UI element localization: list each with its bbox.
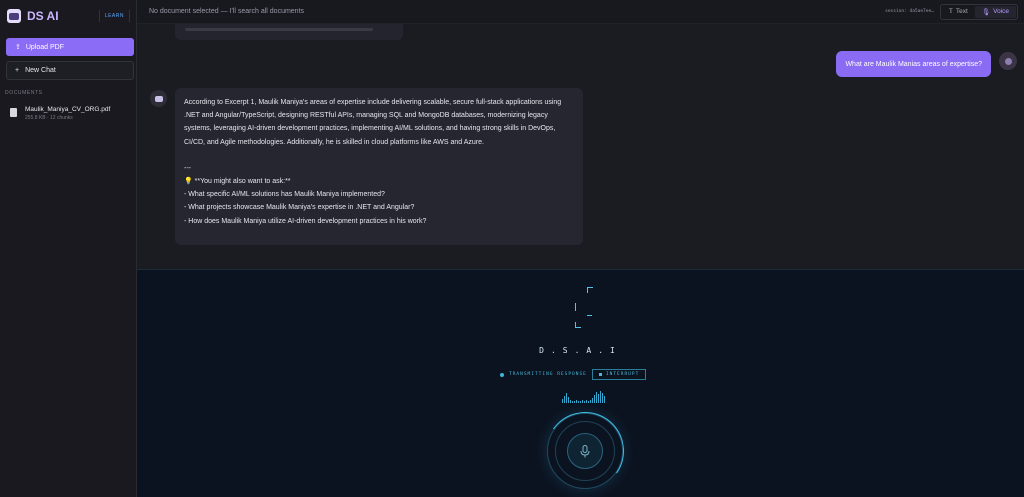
plus-icon: +	[15, 67, 20, 74]
transmitting-status: TRANSMITTING RESPONSE	[500, 372, 587, 377]
waveform-bar	[582, 400, 583, 403]
robot-logo-icon	[7, 9, 21, 23]
sidebar: DS AI LEARN ⇪ Upload PDF + New Chat DOCU…	[0, 0, 137, 497]
voice-status-row: TRANSMITTING RESPONSE INTERRUPT	[500, 369, 647, 380]
user-avatar	[999, 52, 1017, 70]
new-chat-label: New Chat	[25, 67, 56, 74]
document-name: Maulik_Maniya_CV_ORG.pdf	[25, 106, 111, 113]
waveform-bar	[570, 400, 571, 403]
bot-answer: According to Excerpt 1, Maulik Maniya's …	[184, 99, 562, 146]
status-dot-icon	[500, 372, 504, 377]
waveform-bar	[568, 397, 569, 403]
corner-bracket	[587, 287, 593, 293]
mic-orb	[539, 405, 631, 497]
upload-pdf-button[interactable]: ⇪ Upload PDF	[6, 38, 134, 56]
bot-avatar	[150, 90, 167, 107]
waveform-bar	[562, 399, 563, 403]
previous-message	[175, 24, 403, 40]
voice-mode-label: Voice	[993, 8, 1009, 15]
waveform-bar	[602, 393, 603, 403]
documents-heading: DOCUMENTS	[5, 90, 43, 96]
text-cursor-icon: Ⲧ	[948, 7, 953, 15]
waveform-bar	[572, 401, 573, 403]
waveform-bar	[584, 401, 585, 403]
interrupt-label: INTERRUPT	[605, 372, 640, 377]
document-status: No document selected — I'll search all d…	[149, 8, 305, 15]
learn-badge: LEARN	[98, 10, 130, 22]
mic-icon: 🎙︎	[981, 8, 991, 16]
document-meta: 255.8 KB · 12 chunks	[25, 115, 73, 121]
suggestion-heading: 💡 **You might also want to ask:**	[184, 178, 291, 186]
audio-waveform	[562, 391, 605, 403]
waveform-bar	[594, 395, 595, 403]
main-area: No document selected — I'll search all d…	[137, 0, 1024, 497]
user-message: What are Maulik Manias areas of expertis…	[836, 51, 991, 77]
suggestion-item[interactable]: - What projects showcase Maulik Maniya's…	[184, 201, 574, 214]
upload-pdf-label: Upload PDF	[25, 43, 65, 51]
waveform-bar	[578, 401, 579, 403]
corner-bracket	[575, 303, 581, 311]
waveform-bar	[604, 396, 605, 403]
waveform-bar	[574, 401, 575, 403]
interrupt-button[interactable]: INTERRUPT	[591, 369, 647, 380]
voice-mode-tab[interactable]: 🎙︎ Voice	[974, 5, 1016, 18]
text-mode-tab[interactable]: Ⲧ Text	[942, 6, 975, 18]
corner-bracket	[587, 310, 592, 316]
session-id: session: 4a5ae7ee…	[885, 9, 934, 14]
new-chat-button[interactable]: + New Chat	[6, 61, 134, 80]
orb-arc	[539, 405, 631, 497]
waveform-bar	[564, 396, 565, 403]
waveform-bar	[590, 400, 591, 403]
waveform-bar	[598, 394, 599, 403]
upload-icon: ⇪	[15, 44, 21, 51]
text-mode-label: Text	[955, 8, 968, 15]
chat-thread: What are Maulik Manias areas of expertis…	[137, 24, 1024, 269]
brand: DS AI LEARN	[7, 6, 130, 26]
voice-panel: D.S.A.I TRANSMITTING RESPONSE INTERRUPT	[137, 269, 1024, 497]
corner-bracket	[575, 322, 581, 328]
waveform-bar	[576, 400, 577, 403]
file-icon	[10, 108, 17, 117]
waveform-bar	[566, 393, 567, 403]
bot-message: According to Excerpt 1, Maulik Maniya's …	[175, 88, 583, 245]
document-item[interactable]: Maulik_Maniya_CV_ORG.pdf 255.8 KB · 12 c…	[6, 106, 130, 121]
topbar: No document selected — I'll search all d…	[137, 0, 1024, 24]
transmitting-label: TRANSMITTING RESPONSE	[509, 372, 587, 377]
waveform-bar	[596, 392, 597, 403]
waveform-bar	[600, 391, 601, 403]
app-title: DS AI	[27, 9, 59, 23]
waveform-bar	[586, 400, 587, 403]
waveform-bar	[592, 398, 593, 403]
waveform-bar	[580, 401, 581, 403]
stop-icon	[598, 373, 602, 376]
mode-toggle: Ⲧ Text 🎙︎ Voice	[939, 3, 1018, 20]
app-root: DS AI LEARN ⇪ Upload PDF + New Chat DOCU…	[0, 0, 1024, 497]
voice-title: D.S.A.I	[539, 346, 622, 355]
suggestion-item[interactable]: - How does Maulik Maniya utilize AI-driv…	[184, 215, 574, 228]
waveform-bar	[588, 401, 589, 403]
bot-separator: ---	[184, 164, 191, 172]
suggestion-item[interactable]: - What specific AI/ML solutions has Maul…	[184, 188, 574, 201]
